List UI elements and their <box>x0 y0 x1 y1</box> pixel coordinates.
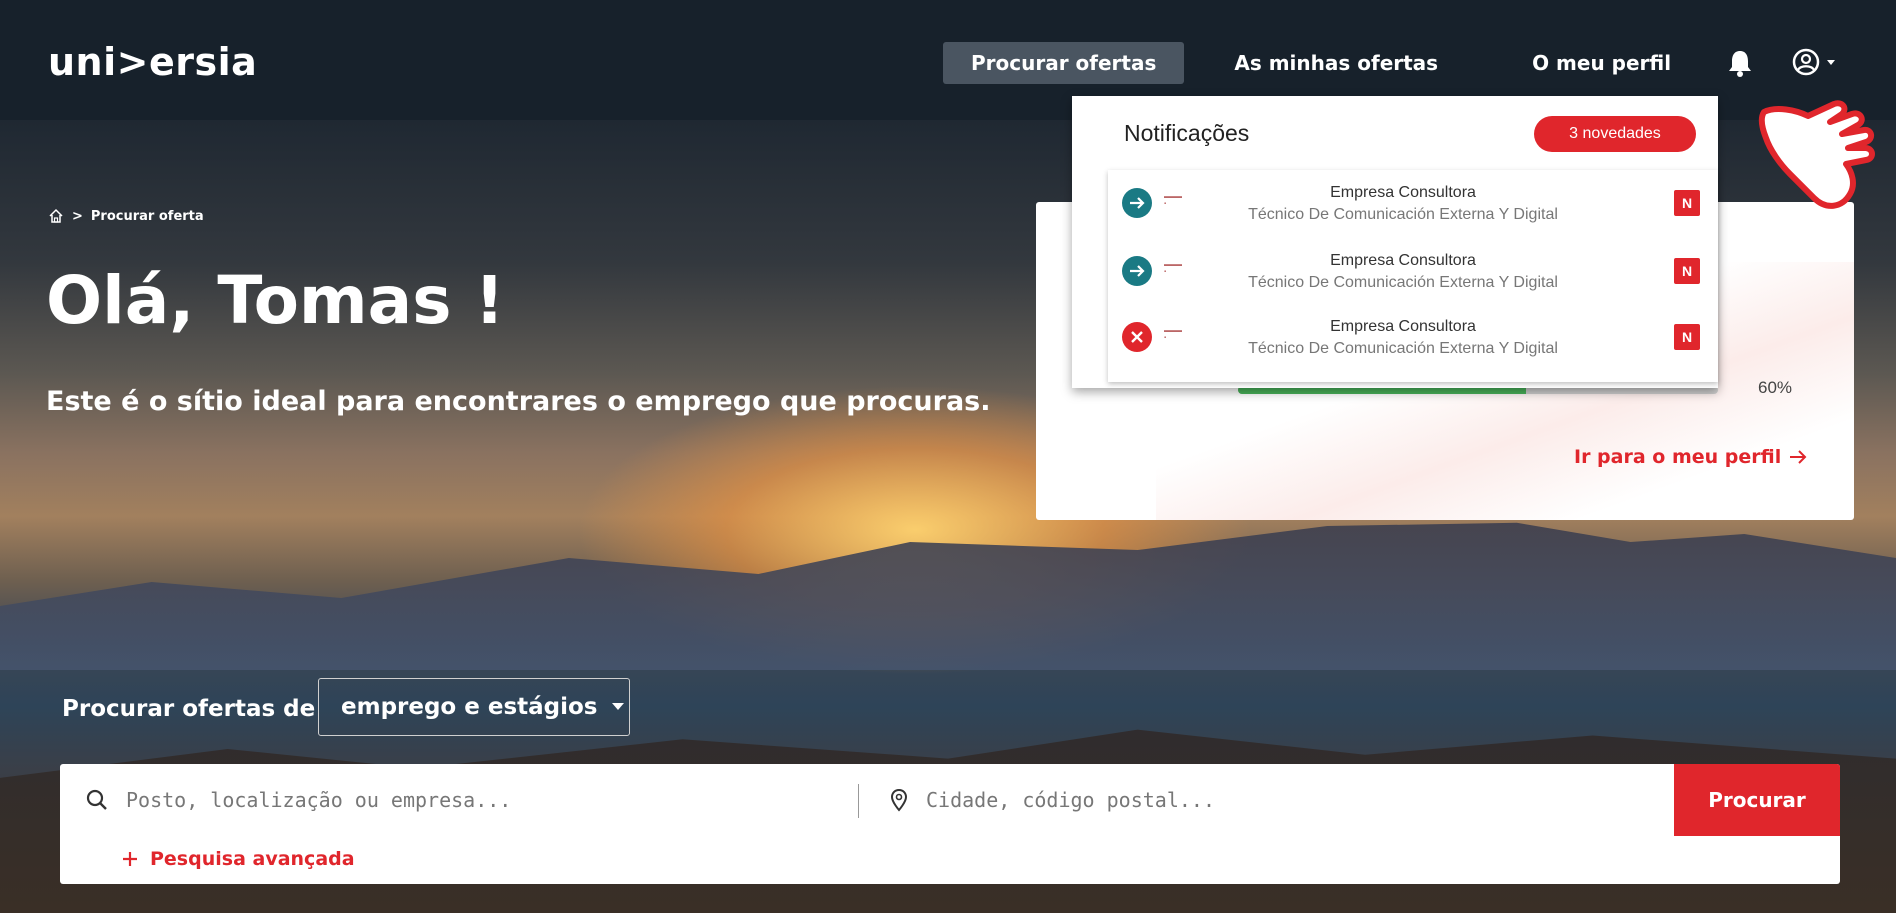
offer-type-dropdown[interactable]: emprego e estágios <box>318 678 630 736</box>
chevron-down-icon <box>611 703 624 710</box>
new-badge: N <box>1674 190 1700 216</box>
hand-pointer-icon <box>1758 100 1875 209</box>
nav-as-minhas-ofertas[interactable]: As minhas ofertas <box>1206 42 1466 84</box>
notification-job: Técnico De Comunicación Externa Y Digita… <box>1248 206 1558 223</box>
company-logo: ▬▬▬ ▪ <box>1164 262 1182 275</box>
breadcrumb: > Procurar oferta <box>48 208 204 224</box>
arrow-right-circle-icon <box>1122 188 1152 218</box>
notifications-panel: Notificações 3 novedades ▬▬▬ ▪ Empresa Co… <box>1072 96 1718 388</box>
close-circle-icon <box>1122 322 1152 352</box>
home-icon[interactable] <box>48 208 64 224</box>
location-pin-icon <box>890 788 908 812</box>
advanced-search-link[interactable]: Pesquisa avançada <box>122 848 355 870</box>
breadcrumb-separator: > <box>72 208 83 224</box>
arrow-right-circle-icon <box>1122 256 1152 286</box>
search-bar: Procurar Pesquisa avançada <box>60 764 1840 884</box>
main-nav: Procurar ofertas As minhas ofertas O meu… <box>943 42 1699 84</box>
company-logo: ▬▬▬ ▪ <box>1164 194 1182 207</box>
notification-company: Empresa Consultora <box>1330 184 1476 201</box>
background-mountains <box>0 522 1896 670</box>
notifications-title: Notificações <box>1124 120 1250 146</box>
arrow-right-icon <box>1790 450 1807 464</box>
plus-icon <box>123 852 137 866</box>
bell-icon[interactable] <box>1726 48 1754 78</box>
location-field <box>890 764 1466 836</box>
search-type-label: Procurar ofertas de <box>62 696 316 722</box>
company-logo: ▬▬▬ ▪ <box>1164 328 1182 341</box>
caret-down-icon <box>1827 60 1835 65</box>
notification-job: Técnico De Comunicación Externa Y Digita… <box>1248 340 1558 357</box>
go-to-profile-label: Ir para o meu perfil <box>1574 446 1782 468</box>
search-icon <box>86 789 107 810</box>
offer-type-value: emprego e estágios <box>341 694 598 720</box>
location-input[interactable] <box>926 788 1466 812</box>
universia-logo[interactable]: uni>ersia <box>48 40 257 84</box>
new-badge: N <box>1674 258 1700 284</box>
keyword-field <box>86 764 666 836</box>
page-subtitle: Este é o sítio ideal para encontrares o … <box>46 386 991 417</box>
notification-job: Técnico De Comunicación Externa Y Digita… <box>1248 274 1558 291</box>
profile-progress-label: 60% <box>1758 378 1793 397</box>
notification-item[interactable]: ▬▬▬ ▪ Empresa Consultora Técnico De Comun… <box>1108 308 1718 374</box>
notification-company: Empresa Consultora <box>1330 252 1476 269</box>
search-button[interactable]: Procurar <box>1674 764 1840 836</box>
notification-item[interactable]: ▬▬▬ ▪ Empresa Consultora Técnico De Comun… <box>1108 174 1718 240</box>
breadcrumb-current: Procurar oferta <box>90 208 204 224</box>
nav-o-meu-perfil[interactable]: O meu perfil <box>1504 42 1699 84</box>
new-badge: N <box>1674 324 1700 350</box>
notifications-count-badge: 3 novedades <box>1534 116 1696 152</box>
notification-item[interactable]: ▬▬▬ ▪ Empresa Consultora Técnico De Comun… <box>1108 242 1718 308</box>
go-to-profile-link[interactable]: Ir para o meu perfil <box>1574 446 1807 468</box>
nav-procurar-ofertas[interactable]: Procurar ofertas <box>943 42 1185 84</box>
keyword-input[interactable] <box>126 788 666 812</box>
user-circle-icon[interactable] <box>1790 46 1840 78</box>
search-divider <box>858 784 859 818</box>
notification-company: Empresa Consultora <box>1330 318 1476 335</box>
notifications-list: ▬▬▬ ▪ Empresa Consultora Técnico De Comun… <box>1108 170 1718 382</box>
advanced-search-label: Pesquisa avançada <box>150 848 355 870</box>
page-title: Olá, Tomas ! <box>46 262 505 339</box>
